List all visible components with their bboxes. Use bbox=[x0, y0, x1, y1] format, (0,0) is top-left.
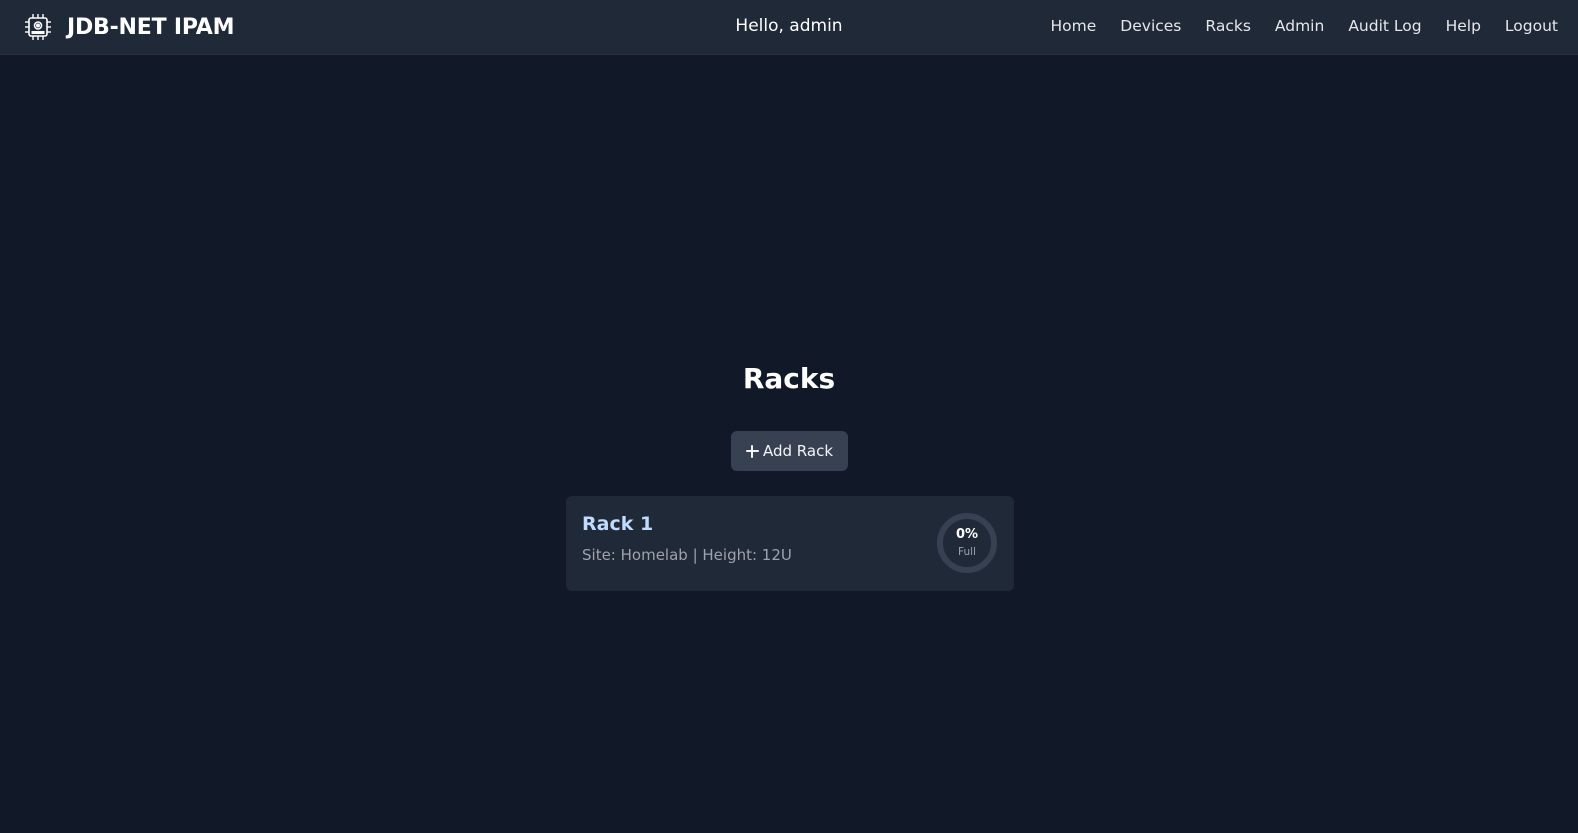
nav-link-devices[interactable]: Devices bbox=[1120, 17, 1181, 35]
nav-link-admin[interactable]: Admin bbox=[1275, 17, 1324, 35]
gauge-track bbox=[937, 513, 997, 573]
add-rack-label: Add Rack bbox=[762, 442, 834, 460]
page-title: Racks bbox=[742, 362, 836, 395]
rack-meta: Site: Homelab | Height: 12U bbox=[582, 546, 792, 564]
rack-card[interactable]: Rack 1 Site: Homelab | Height: 12U 0% Fu… bbox=[566, 496, 1014, 591]
nav-link-home[interactable]: Home bbox=[1051, 17, 1097, 35]
brand-home-link[interactable]: JDB-NET IPAM bbox=[22, 11, 234, 43]
rack-name: Rack 1 bbox=[582, 513, 654, 535]
rack-utilization-gauge: 0% Full bbox=[936, 512, 998, 574]
nav-link-audit-log[interactable]: Audit Log bbox=[1348, 17, 1421, 35]
gauge-label: Full bbox=[958, 546, 976, 558]
app-title: JDB-NET IPAM bbox=[67, 14, 235, 40]
nav-link-racks[interactable]: Racks bbox=[1205, 17, 1251, 35]
nav-link-help[interactable]: Help bbox=[1446, 17, 1481, 35]
chip-network-icon bbox=[25, 14, 51, 40]
add-rack-button[interactable]: Add Rack bbox=[731, 431, 848, 471]
plus-icon bbox=[745, 444, 759, 458]
nav-link-logout[interactable]: Logout bbox=[1505, 17, 1558, 35]
top-navbar: JDB-NET IPAM Hello, admin Home Devices R… bbox=[0, 0, 1578, 55]
gauge-percent: 0% bbox=[955, 527, 979, 542]
main-nav: Home Devices Racks Admin Audit Log Help … bbox=[1051, 17, 1558, 35]
